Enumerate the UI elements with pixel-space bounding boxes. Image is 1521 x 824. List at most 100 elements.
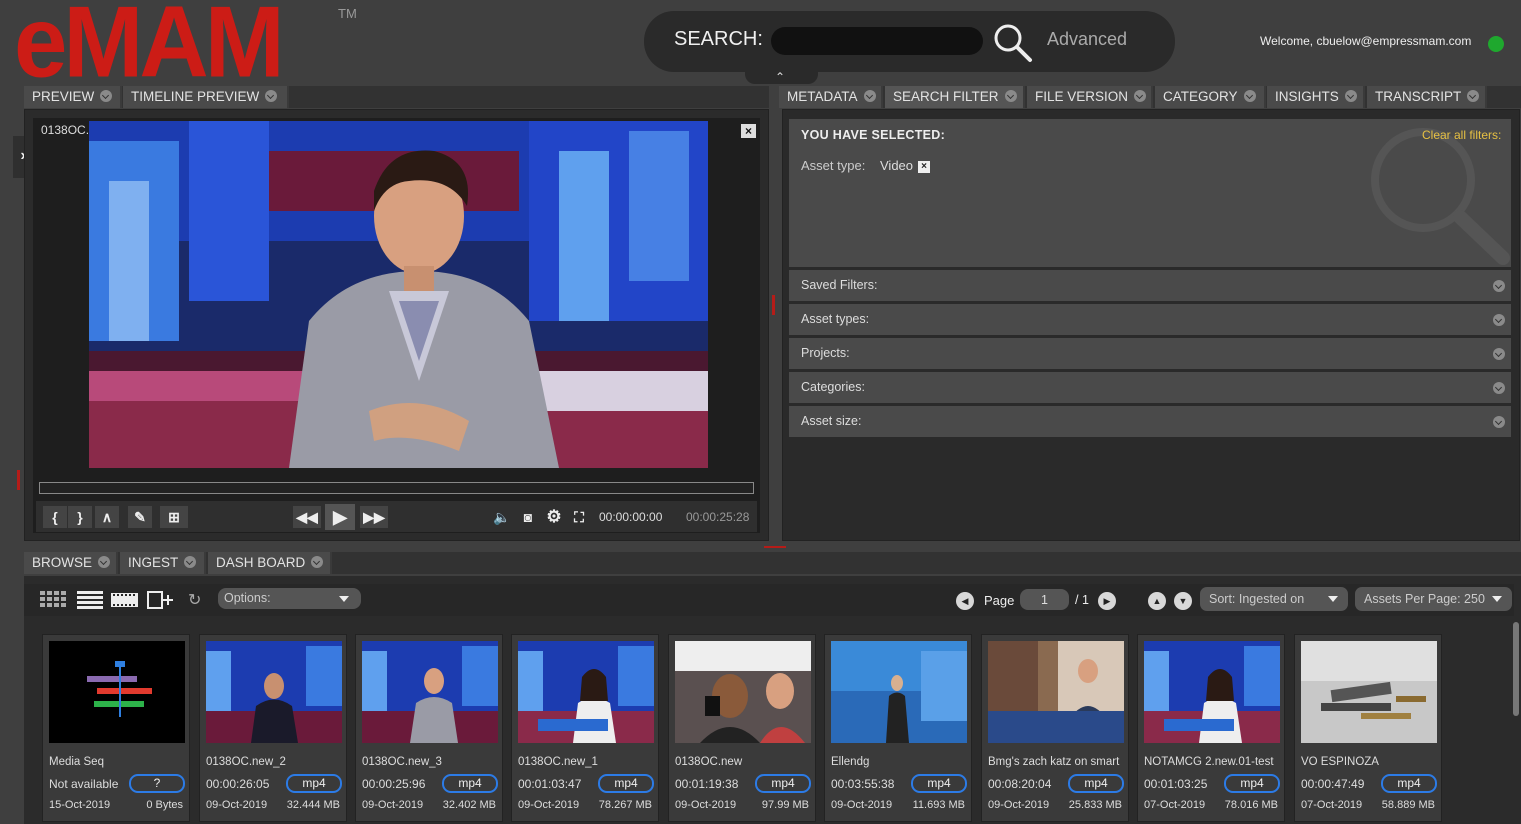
chevron-down-icon[interactable] [100,90,113,102]
gear-icon[interactable]: ⚙ [542,506,566,528]
asset-format-badge[interactable]: mp4 [442,774,498,793]
chevron-down-icon[interactable] [1004,90,1017,102]
asset-thumbnail[interactable] [49,641,185,743]
prev-page-icon[interactable]: ◀ [956,592,974,610]
tab-insights[interactable]: INSIGHTS [1267,86,1365,108]
advanced-search-link[interactable]: Advanced [1047,29,1127,50]
asset-format-badge[interactable]: mp4 [911,774,967,793]
tab-preview[interactable]: PREVIEW [24,86,122,108]
asset-card[interactable]: 0138OC.new_2 00:00:26:05 mp4 09-Oct-2019… [199,634,347,822]
rewind-icon[interactable]: ◀◀ [293,506,321,528]
browse-scrollbar[interactable] [1513,622,1519,716]
clear-all-filters-link[interactable]: Clear all filters: [1422,128,1501,142]
pencil-icon[interactable]: ✎ [128,506,152,528]
tab-transcript[interactable]: TRANSCRIPT [1367,86,1487,108]
options-dropdown[interactable]: Options: [218,588,361,609]
filter-asset-types[interactable]: Asset types: [789,304,1511,335]
fast-forward-icon[interactable]: ▶▶ [360,506,388,528]
filter-saved-filters[interactable]: Saved Filters: [789,270,1511,301]
subclip-icon[interactable]: ⊞ [160,506,188,528]
chevron-down-icon[interactable] [1493,348,1505,360]
splitter-handle[interactable] [772,295,775,315]
tab-browse[interactable]: BROWSE [24,552,118,574]
video-frame[interactable] [89,121,708,468]
mark-in-button[interactable]: { [43,506,67,528]
fullscreen-icon[interactable]: ⛶ [567,506,591,528]
chevron-down-icon[interactable] [863,90,876,102]
close-icon[interactable]: × [741,124,756,138]
tab-dashboard[interactable]: DASH BOARD [208,552,332,574]
camera-icon[interactable]: ◙ [516,506,540,528]
asset-card[interactable]: 0138OC.new_3 00:00:25:96 mp4 09-Oct-2019… [355,634,503,822]
chevron-down-icon[interactable] [1467,90,1480,102]
page-number-input[interactable] [1020,589,1069,610]
tab-timeline-preview[interactable]: TIMELINE PREVIEW [123,86,289,108]
asset-thumbnail[interactable] [206,641,342,743]
asset-thumbnail[interactable] [1144,641,1280,743]
sort-descending-icon[interactable]: ▼ [1174,592,1192,610]
asset-card[interactable]: Ellendg 00:03:55:38 mp4 09-Oct-2019 11.6… [824,634,972,822]
tab-search-filter[interactable]: SEARCH FILTER [885,86,1025,108]
grid-view-icon[interactable] [40,591,70,609]
asset-format-badge[interactable]: mp4 [1068,774,1124,793]
chevron-down-icon[interactable] [1493,382,1505,394]
splitter-handle-horizontal[interactable] [764,546,786,548]
filter-projects[interactable]: Projects: [789,338,1511,369]
asset-format-badge[interactable]: mp4 [286,774,342,793]
volume-icon[interactable]: 🔈 [490,506,514,528]
asset-card[interactable]: NOTAMCG 2.new.01-test 00:01:03:25 mp4 07… [1137,634,1285,822]
remove-filter-icon[interactable]: × [918,161,930,173]
chevron-down-icon[interactable] [1493,280,1505,292]
chevron-down-icon[interactable] [184,556,197,568]
search-label: SEARCH: [674,28,763,50]
asset-thumbnail[interactable] [988,641,1124,743]
tab-metadata[interactable]: METADATA [779,86,883,108]
chevron-down-icon[interactable] [1243,90,1256,102]
asset-format-badge[interactable]: ? [129,774,185,793]
asset-thumbnail[interactable] [831,641,967,743]
chevron-down-icon[interactable] [1344,90,1357,102]
asset-format-badge[interactable]: mp4 [1381,774,1437,793]
next-page-icon[interactable]: ▶ [1098,592,1116,610]
page-label: Page [984,593,1015,608]
asset-thumbnail[interactable] [675,641,811,743]
tab-category[interactable]: CATEGORY [1155,86,1266,108]
asset-card[interactable]: Bmg's zach katz on smart 00:08:20:04 mp4… [981,634,1129,822]
chevron-down-icon[interactable] [1493,314,1505,326]
asset-thumbnail[interactable] [1301,641,1437,743]
asset-card[interactable]: 0138OC.new 00:01:19:38 mp4 09-Oct-2019 9… [668,634,816,822]
asset-format-badge[interactable]: mp4 [1224,774,1280,793]
add-item-icon[interactable] [147,590,173,610]
asset-date: 07-Oct-2019 [1301,799,1363,811]
search-input[interactable] [771,27,983,55]
assets-per-page-dropdown[interactable]: Assets Per Page: 250 [1355,587,1512,611]
chevron-down-icon[interactable] [311,556,324,568]
chevron-down-icon[interactable] [265,90,278,102]
search-icon[interactable] [992,22,1034,64]
chevron-down-icon[interactable] [1493,416,1505,428]
asset-format-badge[interactable]: mp4 [598,774,654,793]
asset-thumbnail[interactable] [518,641,654,743]
filmstrip-view-icon[interactable] [111,591,139,609]
asset-card[interactable]: VO ESPINOZA 00:00:47:49 mp4 07-Oct-2019 … [1294,634,1442,822]
sort-dropdown[interactable]: Sort: Ingested on [1200,587,1348,611]
asset-card[interactable]: Media Seq Not available ? 15-Oct-2019 0 … [42,634,190,822]
chevron-down-icon[interactable] [98,556,111,568]
asset-format-badge[interactable]: mp4 [755,774,811,793]
timeline-scrubber[interactable] [39,482,754,494]
sort-ascending-icon[interactable]: ▲ [1148,592,1166,610]
marker-icon[interactable]: ∧ [95,506,119,528]
refresh-icon[interactable]: ↻ [188,590,201,610]
filter-asset-size[interactable]: Asset size: [789,406,1511,437]
asset-thumbnail[interactable] [362,641,498,743]
asset-card[interactable]: 0138OC.new_1 00:01:03:47 mp4 09-Oct-2019… [511,634,659,822]
chevron-down-icon[interactable] [1134,90,1147,102]
tab-ingest[interactable]: INGEST [120,552,206,574]
list-view-icon[interactable] [77,591,105,609]
tab-label: METADATA [787,89,858,104]
caret-up-icon[interactable]: ⌃ [775,70,785,84]
filter-categories[interactable]: Categories: [789,372,1511,403]
play-icon[interactable]: ▶ [325,504,355,530]
tab-file-version[interactable]: FILE VERSION [1027,86,1153,108]
mark-out-button[interactable]: } [68,506,92,528]
